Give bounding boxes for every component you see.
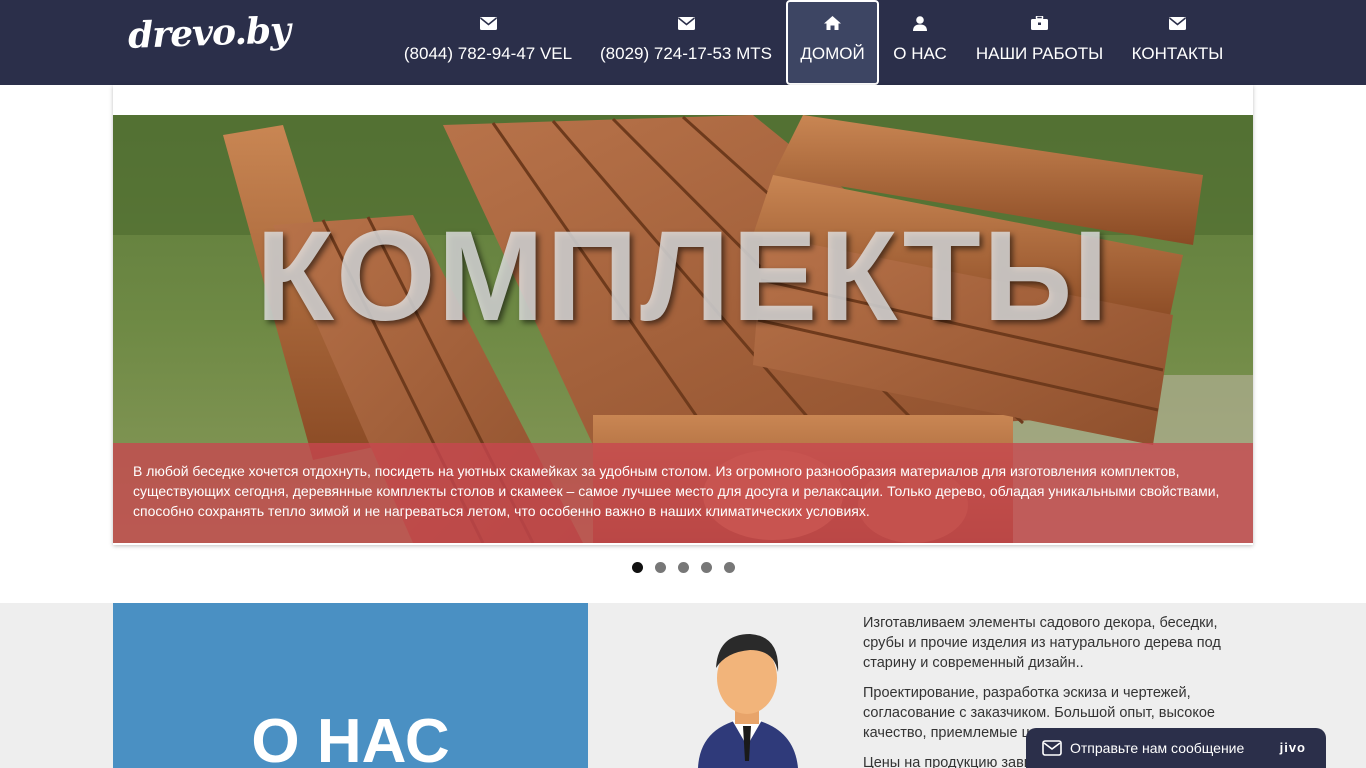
nav-label: НАШИ РАБОТЫ <box>975 44 1104 63</box>
slider-dots <box>0 562 1366 576</box>
slide-title: КОМПЛЕКТЫ <box>255 205 1111 348</box>
envelope-icon <box>677 14 695 32</box>
jivo-logo: jivo <box>1279 740 1306 755</box>
nav-item-phone-mts[interactable]: (8029) 724-17-53 MTS <box>592 0 780 85</box>
home-icon <box>824 14 842 32</box>
nav-label: КОНТАКТЫ <box>1131 44 1224 63</box>
envelope-icon <box>1169 14 1187 32</box>
envelope-icon <box>479 14 497 32</box>
slide-caption: В любой беседке хочется отдохнуть, посид… <box>113 443 1253 543</box>
nav-item-home[interactable]: ДОМОЙ <box>786 0 879 85</box>
about-heading: О НАС <box>251 707 450 768</box>
nav-item-about[interactable]: О НАС <box>886 0 954 85</box>
about-paragraph: Изготавливаем элементы садового декора, … <box>863 615 1221 671</box>
user-icon <box>911 14 929 32</box>
site-logo[interactable]: drevo.by <box>127 9 290 57</box>
chat-label: Отправьте нам сообщение <box>1070 740 1245 756</box>
slider-dot-2[interactable] <box>654 562 666 573</box>
nav-label: ДОМОЙ <box>800 44 865 63</box>
nav-item-works[interactable]: НАШИ РАБОТЫ <box>968 0 1111 85</box>
nav-label: О НАС <box>893 44 947 63</box>
top-navbar: drevo.by (8044) 782-94-47 VEL (8029) 724… <box>0 0 1366 85</box>
chat-widget-button[interactable]: Отправьте нам сообщение jivo <box>1026 728 1326 768</box>
chat-envelope-icon <box>1042 740 1062 756</box>
nav-label: (8044) 782-94-47 VEL <box>403 44 573 63</box>
nav-item-contacts[interactable]: КОНТАКТЫ <box>1124 0 1231 85</box>
briefcase-icon <box>1031 14 1049 32</box>
image-slider[interactable]: КОМПЛЕКТЫ В любой беседке хочется отдохн… <box>113 85 1253 545</box>
slider-dot-3[interactable] <box>677 562 689 573</box>
nav-item-phone-vel[interactable]: (8044) 782-94-47 VEL <box>396 0 580 85</box>
slider-dot-5[interactable] <box>723 562 735 573</box>
slider-dot-1[interactable] <box>631 562 643 573</box>
slider-dot-4[interactable] <box>700 562 712 573</box>
businessman-avatar <box>690 626 805 768</box>
nav-label: (8029) 724-17-53 MTS <box>600 44 772 63</box>
